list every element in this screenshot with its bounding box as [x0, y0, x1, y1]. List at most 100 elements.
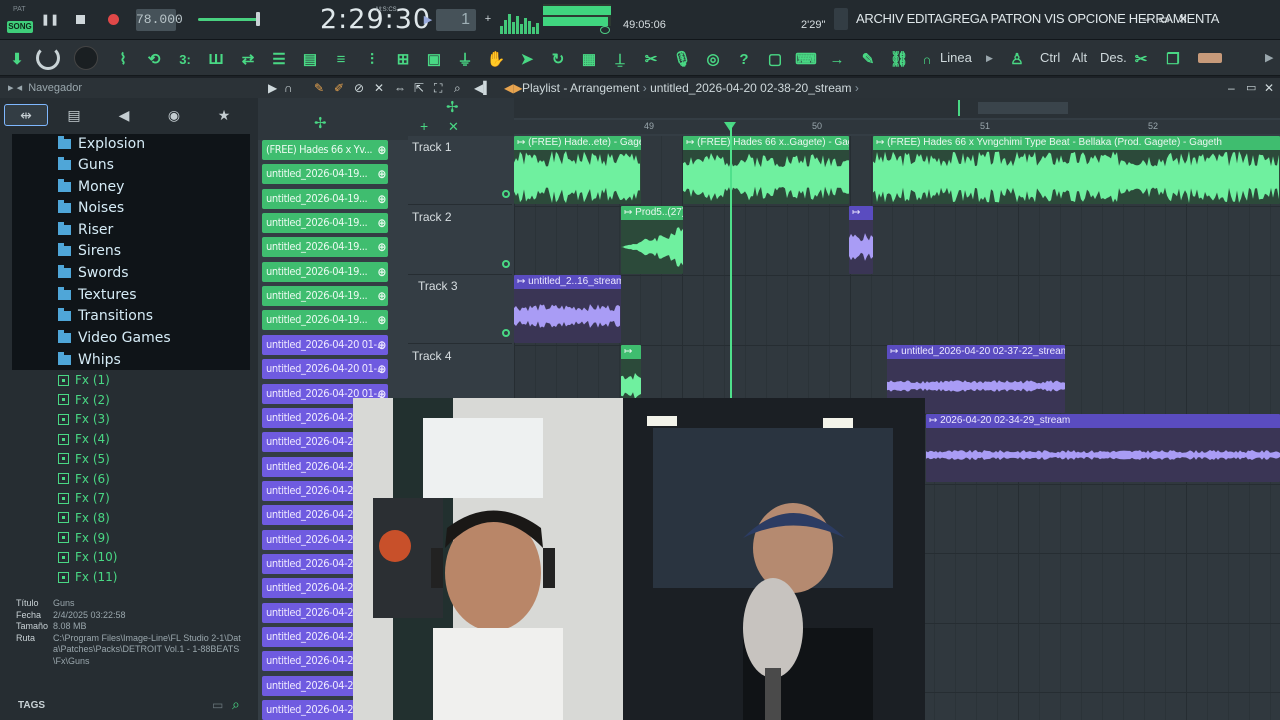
copy-icon[interactable]: ❐: [1162, 48, 1184, 70]
record-icon[interactable]: [103, 9, 123, 29]
fx-item[interactable]: Fx (8): [58, 508, 110, 528]
arrangement-clip[interactable]: ↦ (FREE) Hades 66 x..Gagete) - Gageth: [683, 136, 849, 204]
slip-icon[interactable]: ⇔: [394, 81, 406, 95]
folder-item[interactable]: Swords: [58, 262, 129, 283]
loop-icon[interactable]: ⟲: [143, 48, 165, 70]
fx-item[interactable]: Fx (9): [58, 528, 110, 548]
clip-picker-item[interactable]: untitled_2026-04-19... ⊕: [262, 164, 388, 185]
arrow-icon[interactable]: ➤: [516, 48, 538, 70]
chat-icon[interactable]: ◎: [702, 48, 724, 70]
close-icon[interactable]: ✕: [1175, 10, 1191, 28]
track-header[interactable]: Track 3: [408, 275, 512, 344]
clip-add-icon[interactable]: ⊕: [377, 140, 386, 160]
link-icon[interactable]: ⛓: [888, 48, 910, 70]
piano-roll-icon[interactable]: ▤: [299, 48, 321, 70]
plugin-icon[interactable]: ⏚: [454, 48, 476, 70]
master-volume-slider[interactable]: [198, 18, 260, 21]
add-pattern-icon[interactable]: +: [478, 9, 498, 29]
play-arrow-icon[interactable]: ▶: [268, 81, 277, 95]
blend-icon[interactable]: ⇄: [237, 48, 259, 70]
fx-item[interactable]: Fx (3): [58, 409, 110, 429]
fx-item[interactable]: Fx (5): [58, 449, 110, 469]
folder-item[interactable]: Riser: [58, 219, 113, 240]
keyboard-icon[interactable]: ⌨: [795, 48, 817, 70]
clip-add-icon[interactable]: ⊕: [377, 237, 386, 257]
arrangement-clip[interactable]: ↦ 2026-04-20 02-34-29_stream: [926, 414, 1280, 482]
clip-add-icon[interactable]: ⊕: [377, 262, 386, 282]
track-header[interactable]: Track 2: [408, 206, 512, 275]
clip-picker-item[interactable]: untitled_2026-04-19... ⊕: [262, 237, 388, 258]
save-icon[interactable]: ▦: [578, 48, 600, 70]
pat-song-toggle[interactable]: PAT SONG: [4, 4, 34, 34]
fx-item[interactable]: Fx (7): [58, 488, 110, 508]
folder-item[interactable]: Sirens: [58, 240, 121, 261]
clip-add-icon[interactable]: ⊕: [377, 359, 386, 379]
clip-picker-item[interactable]: untitled_2026-04-19... ⊕: [262, 188, 388, 209]
clip-picker-item[interactable]: untitled_2026-04-19... ⊕: [262, 261, 388, 282]
tab-files-icon[interactable]: ▤: [52, 104, 96, 126]
download-icon[interactable]: ⬇: [6, 48, 28, 70]
fx-item[interactable]: Fx (2): [58, 390, 110, 410]
timeline-ruler[interactable]: 49 50 51 52: [514, 120, 1280, 134]
folder-item[interactable]: Whips: [58, 349, 121, 370]
snap-icon[interactable]: Ш: [205, 48, 227, 70]
undo-key[interactable]: Des.: [1100, 50, 1127, 65]
tab-favorites-icon[interactable]: ★: [202, 104, 246, 126]
tab-all-icon[interactable]: ⇹: [4, 104, 48, 126]
playlist-min-icon[interactable]: –: [1228, 81, 1235, 95]
routing-icon[interactable]: ⊞: [392, 48, 414, 70]
zoom-icon[interactable]: ⌕: [454, 81, 461, 96]
expand-arrow-icon[interactable]: ▸ ◂: [8, 82, 28, 94]
track-enable-led[interactable]: [502, 329, 510, 337]
clip-picker-item[interactable]: untitled_2026-04-19... ⊕: [262, 213, 388, 234]
microphone-icon[interactable]: 🎙: [671, 48, 693, 70]
pattern-selector[interactable]: 1: [436, 9, 476, 31]
fx-item[interactable]: Fx (11): [58, 567, 117, 587]
metronome-icon[interactable]: ♙: [1006, 48, 1028, 70]
color-swatch[interactable]: [1198, 53, 1222, 63]
folder-item[interactable]: Transitions: [58, 305, 153, 326]
mixer-icon[interactable]: ⫶: [361, 48, 383, 70]
minimize-icon[interactable]: –: [1138, 10, 1154, 28]
tab-audio-icon[interactable]: ◀: [102, 104, 146, 126]
arrangement-clip[interactable]: ↦ (FREE) Hades 66 x Yvngchimi Type Beat …: [873, 136, 1280, 204]
search-icon[interactable]: ⌕: [232, 696, 240, 713]
track-enable-led[interactable]: [502, 259, 510, 268]
clip-picker-item[interactable]: untitled_2026-04-19... ⊕: [262, 286, 388, 307]
slice-icon[interactable]: ⇱: [414, 81, 424, 95]
folder-item[interactable]: Explosion: [58, 133, 145, 154]
master-volume-knob[interactable]: [256, 12, 260, 26]
clip-add-icon[interactable]: ⊕: [377, 213, 386, 233]
tab-plugins-icon[interactable]: ◉: [152, 104, 196, 126]
move-icon[interactable]: ✢: [446, 98, 459, 116]
delete-icon[interactable]: ⊘: [354, 81, 364, 95]
mute-icon[interactable]: ✕: [374, 81, 384, 95]
scissors-icon[interactable]: ✂: [640, 48, 662, 70]
fx-item[interactable]: Fx (10): [58, 547, 117, 567]
pencil-icon-2[interactable]: ✎: [314, 81, 324, 95]
picker-arrows-icon[interactable]: ✢: [314, 114, 327, 132]
overview-scroll[interactable]: [978, 102, 1068, 114]
arrangement-clip[interactable]: ↦ (FREE) Hade..ete) - Gageth: [514, 136, 641, 204]
playlist-close-icon[interactable]: ✕: [1264, 81, 1274, 95]
alt-key[interactable]: Alt: [1072, 50, 1087, 65]
toolbar-more-icon[interactable]: ▶: [1265, 51, 1273, 64]
track-header[interactable]: Track 1: [408, 136, 512, 205]
magnet-icon-2[interactable]: ∩: [284, 81, 293, 95]
clip-add-icon[interactable]: ⊕: [377, 286, 386, 306]
refresh-knob-icon[interactable]: [36, 46, 60, 70]
wave-icon[interactable]: ⌇: [112, 48, 134, 70]
cut-icon[interactable]: ✂: [1130, 48, 1152, 70]
select-icon[interactable]: ⛶: [434, 81, 442, 96]
pause-icon[interactable]: ❚❚: [40, 9, 60, 29]
playback-icon[interactable]: ◀▍: [474, 81, 492, 95]
next-arrow-icon[interactable]: →: [826, 48, 848, 70]
clip-add-icon[interactable]: ⊕: [377, 310, 386, 330]
playlist-icon[interactable]: ☰: [268, 48, 290, 70]
nav-arrows-icon[interactable]: ◀▶: [504, 81, 522, 95]
clip-picker-item[interactable]: (FREE) Hades 66 x Yv... ⊕: [262, 140, 388, 160]
arrangement-clip[interactable]: ↦ untitled_2..16_stream: [514, 275, 621, 343]
clip-add-icon[interactable]: ⊕: [377, 335, 386, 355]
stop-icon[interactable]: [70, 9, 90, 29]
clip-add-icon[interactable]: ⊕: [377, 164, 386, 184]
